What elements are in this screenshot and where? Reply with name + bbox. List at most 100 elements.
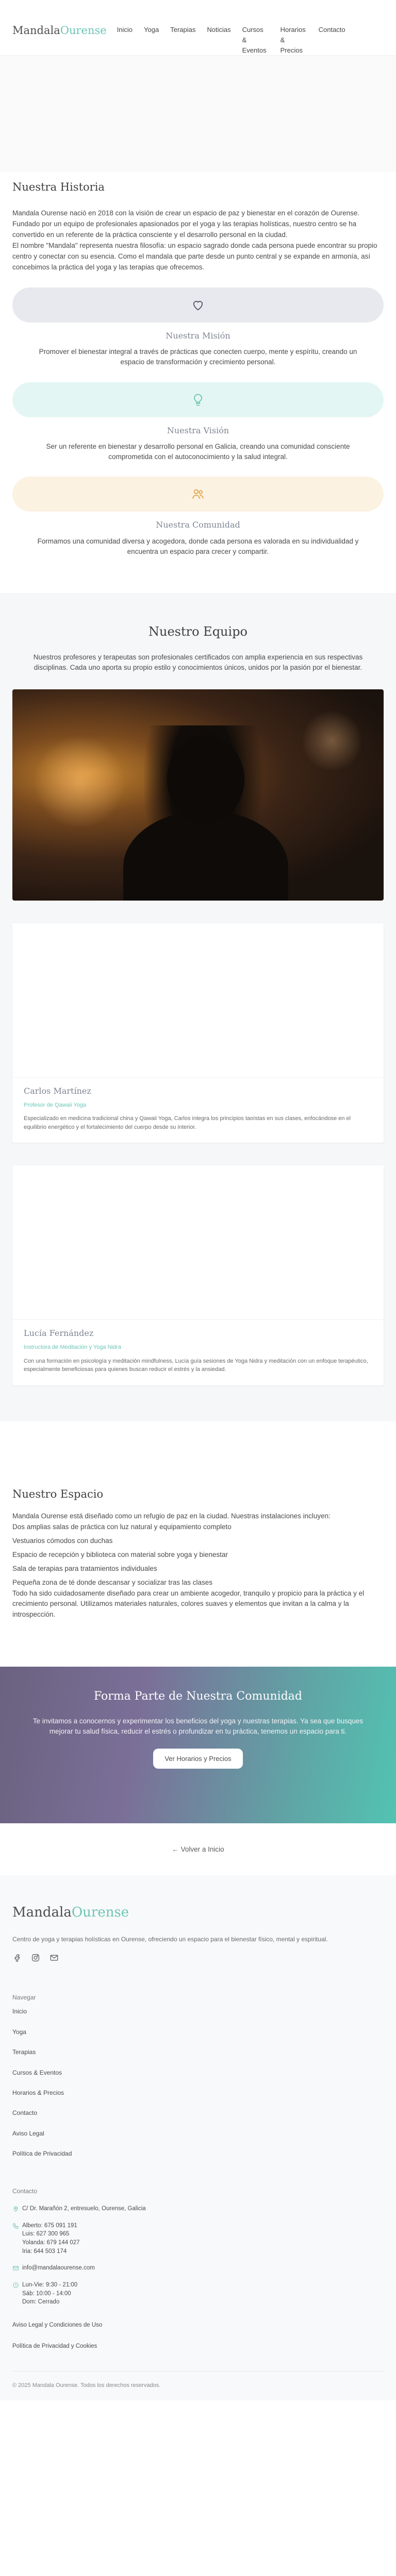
community-text: Formamos una comunidad diversa y acogedo… [37, 537, 359, 555]
privacy-cookies-link[interactable]: Política de Privacidad y Cookies [12, 2342, 384, 2351]
footer-tagline: Centro de yoga y terapias holísticas en … [12, 1935, 328, 1943]
vision-title: Nuestra Visión [167, 425, 229, 435]
phones-row: Alberto: 675 091 191 Luis: 627 300 965 Y… [12, 2222, 384, 2256]
hours-line: Lun-Vie: 9:30 - 21:00 [22, 2281, 78, 2288]
footer-logo[interactable]: MandalaOurense [12, 1903, 384, 1923]
phone-number[interactable]: Yolanda: 679 144 027 [22, 2239, 80, 2247]
logo-main-text: Mandala [12, 24, 60, 37]
footer-logo-main: Mandala [12, 1904, 72, 1920]
space-title: Nuestro Espacio [12, 1487, 104, 1500]
list-item: Vestuarios cómodos con duchas [12, 1536, 113, 1545]
space-outro: Todo ha sido cuidadosamente diseñado par… [12, 1589, 365, 1619]
list-item: Espacio de recepción y biblioteca con ma… [12, 1550, 228, 1558]
team-intro: Nuestros profesores y terapeutas son pro… [33, 653, 363, 672]
member-photo [12, 923, 384, 1078]
legal-terms-link[interactable]: Aviso Legal y Condiciones de Uso [12, 2321, 384, 2330]
mail-icon [13, 2266, 19, 2270]
hours-row: Lun-Vie: 9:30 - 21:00 Sáb: 10:00 - 14:00… [12, 2281, 384, 2307]
footer-nav-heading: Navegar [12, 1993, 36, 2001]
heart-icon [193, 301, 203, 311]
community-title: Nuestra Comunidad [156, 520, 240, 530]
member-body: Carlos Martínez Profesor de Qawaii Yoga … [12, 1078, 384, 1143]
footer-link-contacto[interactable]: Contacto [12, 2109, 384, 2117]
nav-link-horarios-precios[interactable]: Horarios & Precios [280, 25, 307, 56]
site-footer: MandalaOurense Centro de yoga y terapias… [0, 1875, 396, 2401]
people-icon [192, 489, 204, 499]
mission-text: Promover el bienestar integral a través … [39, 348, 357, 366]
top-navigation: MandalaOurense Inicio Yoga Terapias Noti… [0, 0, 396, 56]
nav-link-contacto[interactable]: Contacto [319, 25, 345, 56]
nav-link-terapias[interactable]: Terapias [170, 25, 195, 56]
email-row: info@mandalaourense.com [12, 2264, 384, 2273]
nav-links: Inicio Yoga Terapias Noticias Cursos & E… [117, 25, 345, 56]
history-paragraph-2: El nombre "Mandala" representa nuestra f… [12, 242, 377, 272]
footer-link-horarios-precios[interactable]: Horarios & Precios [12, 2089, 384, 2097]
phone-number[interactable]: Alberto: 675 091 191 [22, 2222, 80, 2230]
cta-text: Te invitamos a conocernos y experimentar… [32, 1717, 364, 1736]
team-section: Nuestro Equipo Nuestros profesores y ter… [0, 593, 396, 1421]
phone-number[interactable]: Iria: 644 503 174 [22, 2247, 80, 2256]
address-text: C/ Dr. Marañón 2, entresuelo, Ourense, G… [22, 2205, 146, 2212]
hours-line: Dom: Cerrado [22, 2299, 60, 2306]
cta-title: Forma Parte de Nuestra Comunidad [94, 1690, 302, 1703]
team-photo [12, 689, 384, 901]
history-paragraph-1: Mandala Ourense nació en 2018 con la vis… [12, 209, 360, 239]
footer-link-cursos-eventos[interactable]: Cursos & Eventos [12, 2069, 384, 2077]
nav-link-yoga[interactable]: Yoga [144, 25, 159, 56]
phone-number[interactable]: Luis: 627 300 965 [22, 2230, 80, 2239]
back-link-container: ← Volver a Inicio [0, 1823, 396, 1875]
copyright-text: © 2025 Mandala Ourense. Todos los derech… [12, 2371, 384, 2390]
history-section: Nuestra Historia Mandala Ourense nació e… [0, 172, 396, 564]
footer-nav-links: Inicio Yoga Terapias Cursos & Eventos Ho… [12, 2007, 384, 2158]
history-title: Nuestra Historia [12, 181, 105, 193]
list-item: Sala de terapias para tratamientos indiv… [12, 1564, 157, 1572]
list-item: Dos amplias salas de práctica con luz na… [12, 1522, 232, 1531]
nav-link-cursos-eventos[interactable]: Cursos & Eventos [242, 25, 269, 56]
footer-contact-heading: Contacto [12, 2188, 38, 2195]
member-bio: Con una formación en psicología y medita… [24, 1358, 368, 1373]
team-title: Nuestro Equipo [148, 624, 248, 639]
photo-silhouette-head [167, 736, 244, 824]
lightbulb-icon [194, 394, 202, 406]
footer-logo-accent: Ourense [71, 1904, 129, 1920]
footer-link-privacidad[interactable]: Política de Privacidad [12, 2149, 384, 2158]
space-section: Nuestro Espacio Mandala Ourense está dis… [0, 1421, 396, 1667]
nav-link-inicio[interactable]: Inicio [117, 25, 133, 56]
hero-banner-area [0, 56, 396, 172]
member-role: Instructora de Meditación y Yoga Nidra [24, 1344, 121, 1350]
mission-card: Nuestra Misión Promover el bienestar int… [12, 287, 384, 368]
member-photo [12, 1165, 384, 1320]
community-card: Nuestra Comunidad Formamos una comunidad… [12, 477, 384, 557]
nav-link-noticias[interactable]: Noticias [207, 25, 230, 56]
community-cta-banner: Forma Parte de Nuestra Comunidad Te invi… [0, 1667, 396, 1824]
instagram-icon[interactable] [31, 1953, 40, 1962]
facebook-icon[interactable] [12, 1953, 22, 1962]
view-schedule-button[interactable]: Ver Horarios y Precios [153, 1748, 243, 1769]
logo-accent-text: Ourense [60, 24, 107, 37]
footer-link-yoga[interactable]: Yoga [12, 2028, 384, 2037]
footer-link-terapias[interactable]: Terapias [12, 2048, 384, 2057]
back-to-home-link[interactable]: ← Volver a Inicio [172, 1845, 224, 1853]
hours-list: Lun-Vie: 9:30 - 21:00 Sáb: 10:00 - 14:00… [22, 2281, 77, 2307]
community-icon-pill [12, 477, 384, 512]
email-address[interactable]: info@mandalaourense.com [22, 2264, 95, 2273]
footer-link-aviso-legal[interactable]: Aviso Legal [12, 2129, 384, 2138]
photo-light-glow-right [301, 710, 363, 772]
team-member-card: Lucía Fernández Instructora de Meditació… [12, 1165, 384, 1385]
mail-icon[interactable] [50, 1953, 59, 1962]
footer-link-inicio[interactable]: Inicio [12, 2007, 384, 2016]
member-name: Carlos Martínez [24, 1086, 91, 1096]
location-pin-icon [13, 2206, 18, 2212]
member-name: Lucía Fernández [24, 1328, 94, 1338]
space-intro: Mandala Ourense está diseñado como un re… [12, 1512, 331, 1520]
vision-text: Ser un referente en bienestar y desarrol… [46, 442, 350, 461]
mission-icon-pill [12, 287, 384, 323]
team-member-card: Carlos Martínez Profesor de Qawaii Yoga … [12, 923, 384, 1143]
site-logo[interactable]: MandalaOurense [12, 23, 107, 38]
mission-title: Nuestra Misión [166, 330, 230, 341]
clock-icon [13, 2282, 19, 2288]
legal-links: Aviso Legal y Condiciones de Uso Polític… [12, 2321, 384, 2350]
member-bio: Especializado en medicina tradicional ch… [24, 1115, 351, 1130]
address-row: C/ Dr. Marañón 2, entresuelo, Ourense, G… [12, 2205, 384, 2213]
vision-card: Nuestra Visión Ser un referente en biene… [12, 382, 384, 463]
